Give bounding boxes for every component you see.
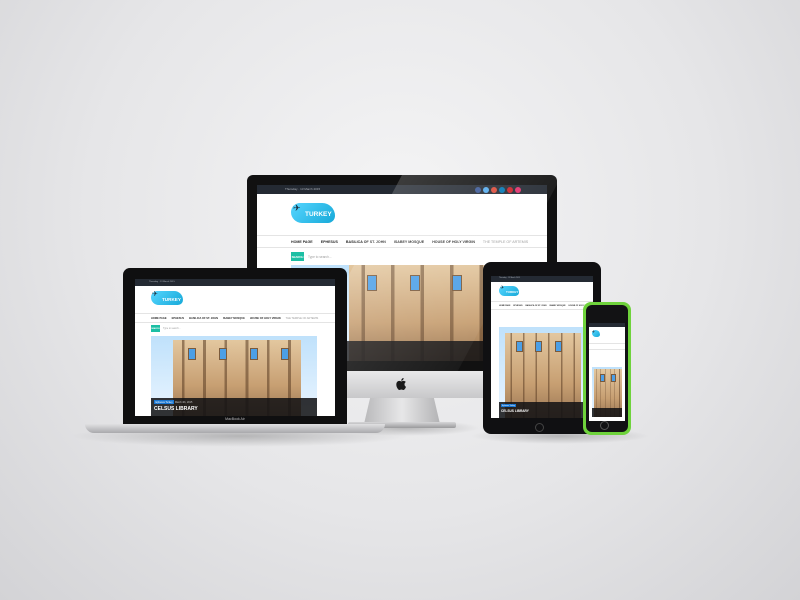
airplane-icon: ✈ [152,291,158,298]
iphone-website: ✈ [589,323,625,421]
site-nav: HOME PAGE EPHESUS BASILICA OF ST. JOHN I… [135,313,335,323]
ipad-home-button [535,423,544,432]
site-logo[interactable]: ✈ TURKEY [499,285,519,296]
macbook-label: MacBook Air [225,417,245,421]
hero-image[interactable]: Ephesus Turkey CELSUS LIBRARY [499,327,585,418]
search-input[interactable]: Type to search... [163,327,181,330]
iphone-home-button [600,421,609,430]
topbar-date: Thursday · 13 March 2015 [499,277,521,280]
logo-text: TURKEY [162,297,181,302]
site-topbar: Thursday · 13 March 2015 [491,276,593,282]
hero-date: March 4th, 2015 [175,400,193,404]
hero-caption-bar [592,408,622,417]
hero-title[interactable]: CELSUS LIBRARY [154,406,198,412]
nav-isabey[interactable]: ISABEY MOSQUE [223,317,245,320]
site-nav [589,343,625,350]
nav-temple[interactable]: THE TEMPLE OF ARTEMIS [286,317,319,320]
search-row: SEARCH Type to search... [291,252,332,261]
site-logo[interactable]: ✈ [592,329,600,337]
nav-basilica[interactable]: BASILICA OF ST. JOHN [525,305,546,307]
airplane-icon: ✈ [500,285,505,291]
nav-ephesus[interactable]: EPHESUS [172,317,184,320]
nav-home[interactable]: HOME PAGE [291,240,313,244]
apple-logo-icon [396,378,407,391]
logo-text: TURKEY [305,211,332,218]
hero-image[interactable] [592,367,622,417]
site-logo[interactable]: ✈ TURKEY [151,291,183,305]
hero-caption-bar: Ephesus Turkey March 4th, 2015 CELSUS LI… [151,398,317,416]
search-row: SEARCH Type to search... [151,325,181,332]
site-nav: HOME PAGE EPHESUS BASILICA OF ST. JOHN I… [491,301,593,310]
hero-title[interactable]: CELSUS LIBRARY [501,409,529,413]
airplane-icon: ✈ [592,329,596,334]
logo-text: TURKEY [506,290,519,294]
hero-caption-bar: Ephesus Turkey CELSUS LIBRARY [499,402,585,418]
nav-basilica[interactable]: BASILICA OF ST. JOHN [189,317,218,320]
imac-stand [364,398,440,424]
nav-ephesus[interactable]: EPHESUS [513,305,522,307]
nav-home[interactable]: HOME PAGE [151,317,167,320]
macbook-base [85,424,385,433]
hero-category-badge[interactable]: Ephesus Turkey [154,400,175,404]
search-button[interactable]: SEARCH [291,252,304,261]
topbar-date: Thursday · 13 March 2015 [285,187,321,191]
search-input[interactable]: Type to search... [308,255,332,259]
site-topbar: Thursday · 13 March 2015 [135,279,335,286]
macbook-display: Thursday · 13 March 2015 ✈ TURKEY HOME P… [123,268,347,425]
ipad-website: Thursday · 13 March 2015 ✈ TURKEY HOME P… [491,276,593,418]
hero-image[interactable]: Ephesus Turkey March 4th, 2015 CELSUS LI… [151,336,317,416]
nav-isabey[interactable]: ISABEY MOSQUE [550,305,566,307]
nav-house[interactable]: HOUSE OF HOLY VIRGIN [250,317,281,320]
iphone-face: ✈ [586,305,628,432]
site-topbar [589,323,625,327]
hero-category-badge[interactable]: Ephesus Turkey [501,404,516,407]
nav-home[interactable]: HOME PAGE [499,305,510,307]
macbook-website: Thursday · 13 March 2015 ✈ TURKEY HOME P… [135,279,335,416]
site-logo[interactable]: ✈ TURKEY [291,203,335,223]
search-button[interactable]: SEARCH [151,325,160,332]
topbar-date: Thursday · 13 March 2015 [149,280,175,283]
airplane-icon: ✈ [293,203,301,213]
nav-ephesus[interactable]: EPHESUS [321,240,338,244]
